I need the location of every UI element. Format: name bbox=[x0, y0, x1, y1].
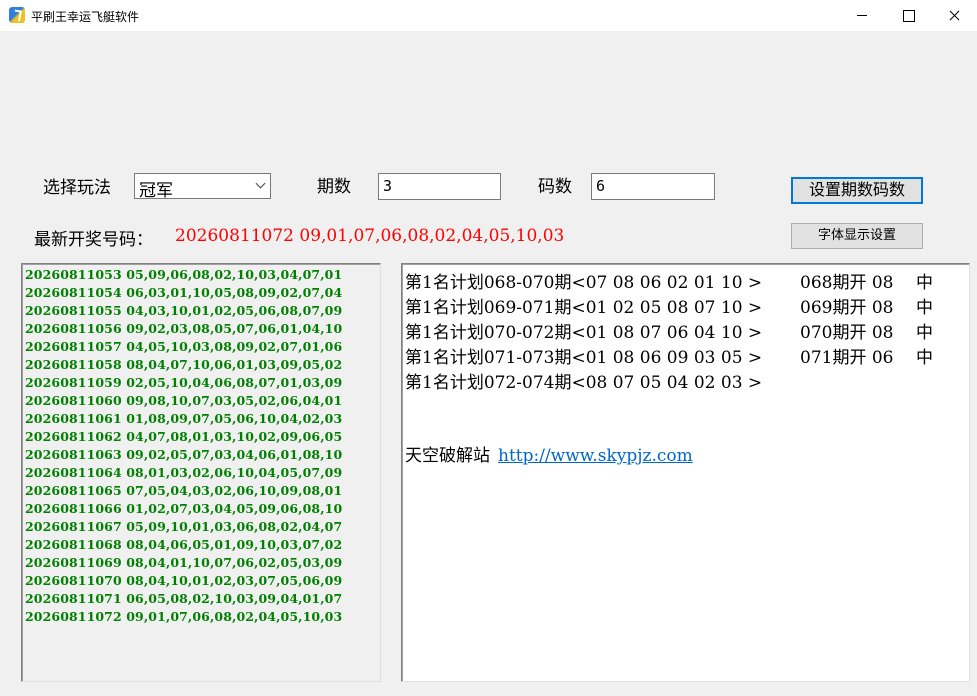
mode-select[interactable]: 冠军 bbox=[134, 173, 271, 201]
period-input[interactable]: 3 bbox=[378, 173, 501, 200]
plan-hit: 中 bbox=[916, 273, 933, 293]
history-item: 20260811066 01,02,07,03,04,05,09,06,08,1… bbox=[25, 501, 343, 516]
font-settings-button[interactable]: 字体显示设置 bbox=[791, 223, 923, 249]
history-item: 20260811055 04,03,10,01,02,05,06,08,07,0… bbox=[25, 303, 343, 318]
app-icon bbox=[9, 7, 25, 23]
maximize-button[interactable] bbox=[885, 0, 931, 31]
history-item: 20260811061 01,08,09,07,05,06,10,04,02,0… bbox=[25, 411, 343, 426]
history-item: 20260811072 09,01,07,06,08,02,04,05,10,0… bbox=[25, 609, 343, 624]
history-list[interactable]: 20260811053 05,09,06,08,02,10,03,04,07,0… bbox=[21, 263, 381, 682]
code-label: 码数 bbox=[538, 177, 572, 197]
latest-label: 最新开奖号码： bbox=[34, 230, 153, 250]
plan-result: 070期开 08 bbox=[800, 323, 894, 343]
history-item: 20260811062 04,07,08,01,03,10,02,09,06,0… bbox=[25, 429, 343, 444]
period-label: 期数 bbox=[317, 177, 351, 197]
plan-hit: 中 bbox=[916, 348, 933, 368]
close-button[interactable] bbox=[931, 0, 977, 31]
minimize-button[interactable] bbox=[839, 0, 885, 31]
plan-text: 第1名计划072-074期<08 07 05 04 02 03 > bbox=[405, 373, 763, 393]
history-item: 20260811067 05,09,10,01,03,06,08,02,04,0… bbox=[25, 519, 343, 534]
set-period-code-button[interactable]: 设置期数码数 bbox=[791, 177, 923, 204]
chevron-down-icon[interactable] bbox=[256, 180, 266, 190]
history-item: 20260811064 08,01,03,02,06,10,04,05,07,0… bbox=[25, 465, 343, 480]
site-label: 天空破解站 bbox=[405, 446, 490, 466]
history-item: 20260811071 06,05,08,02,10,03,09,04,01,0… bbox=[25, 591, 343, 606]
latest-draw-value: 20260811072 09,01,07,06,08,02,04,05,10,0… bbox=[175, 226, 565, 246]
code-input[interactable]: 6 bbox=[591, 173, 715, 200]
history-item: 20260811053 05,09,06,08,02,10,03,04,07,0… bbox=[25, 267, 343, 282]
history-item: 20260811068 08,04,06,05,01,09,10,03,07,0… bbox=[25, 537, 343, 552]
plan-text: 第1名计划070-072期<01 08 07 06 04 10 > bbox=[405, 323, 763, 343]
plan-hit: 中 bbox=[916, 298, 933, 318]
title-bar: 平刷王幸运飞艇软件 bbox=[0, 0, 977, 31]
plan-text: 第1名计划068-070期<07 08 06 02 01 10 > bbox=[405, 273, 763, 293]
plan-hit: 中 bbox=[916, 323, 933, 343]
history-item: 20260811056 09,02,03,08,05,07,06,01,04,1… bbox=[25, 321, 343, 336]
history-item: 20260811054 06,03,01,10,05,08,09,02,07,0… bbox=[25, 285, 343, 300]
plan-result: 071期开 06 bbox=[800, 348, 894, 368]
history-item: 20260811057 04,05,10,03,08,09,02,07,01,0… bbox=[25, 339, 343, 354]
history-item: 20260811059 02,05,10,04,06,08,07,01,03,0… bbox=[25, 375, 343, 390]
history-item: 20260811065 07,05,04,03,02,06,10,09,08,0… bbox=[25, 483, 343, 498]
plan-text: 第1名计划071-073期<01 08 06 09 03 05 > bbox=[405, 348, 763, 368]
site-line: 天空破解站 http://www.skypjz.com bbox=[405, 441, 693, 466]
history-item: 20260811070 08,04,10,01,02,03,07,05,06,0… bbox=[25, 573, 343, 588]
plan-text: 第1名计划069-071期<01 02 05 08 07 10 > bbox=[405, 298, 763, 318]
mode-select-value: 冠军 bbox=[139, 181, 173, 201]
mode-label: 选择玩法 bbox=[43, 178, 111, 198]
window-title: 平刷王幸运飞艇软件 bbox=[31, 10, 140, 24]
plan-result: 069期开 08 bbox=[800, 298, 894, 318]
site-link[interactable]: http://www.skypjz.com bbox=[498, 446, 693, 466]
plan-text-area[interactable]: 第1名计划068-070期<07 08 06 02 01 10 > 068期开 … bbox=[401, 263, 970, 682]
history-item: 20260811058 08,04,07,10,06,01,03,09,05,0… bbox=[25, 357, 343, 372]
plan-result: 068期开 08 bbox=[800, 273, 894, 293]
history-item: 20260811069 08,04,01,10,07,06,02,05,03,0… bbox=[25, 555, 343, 570]
history-item: 20260811060 09,08,10,07,03,05,02,06,04,0… bbox=[25, 393, 343, 408]
history-item: 20260811063 09,02,05,07,03,04,06,01,08,1… bbox=[25, 447, 343, 462]
